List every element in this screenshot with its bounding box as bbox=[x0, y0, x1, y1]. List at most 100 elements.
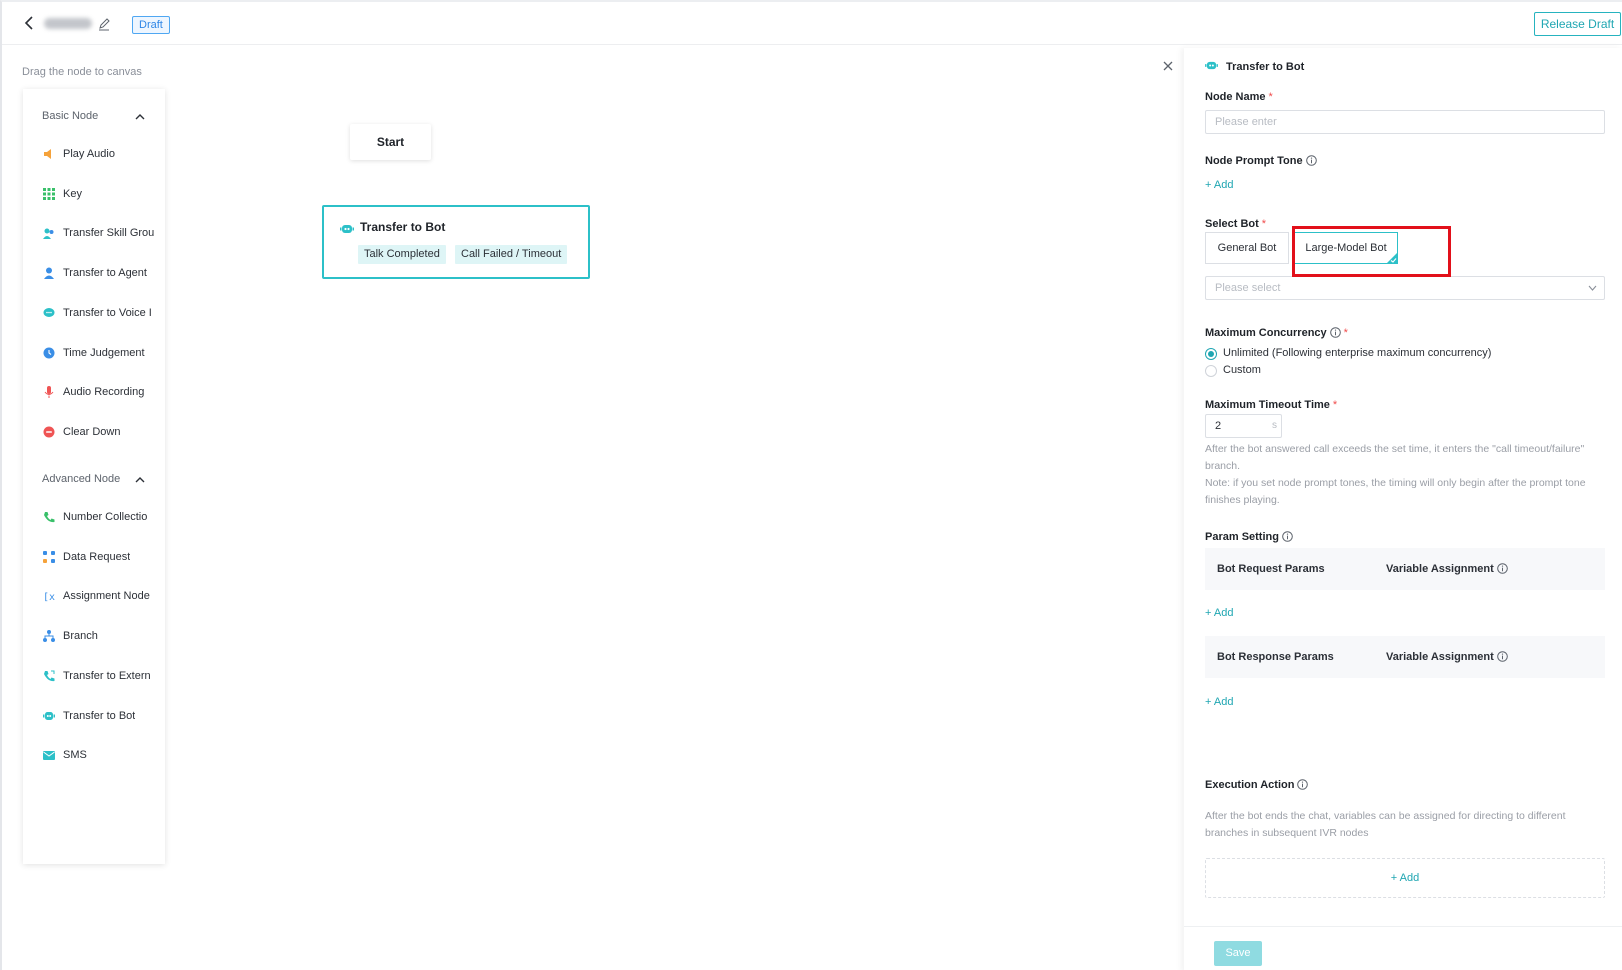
flow-title-redacted bbox=[44, 18, 92, 29]
clock-icon bbox=[43, 347, 55, 358]
plus-icon: + bbox=[1205, 607, 1214, 619]
timeout-note-text: Note: if you set node prompt tones, the … bbox=[1205, 477, 1586, 506]
add-prompt-tone-link[interactable]: + Add bbox=[1205, 179, 1233, 191]
palette-node-label: Transfer to Extern bbox=[63, 669, 151, 682]
execution-action-label: Execution Action bbox=[1205, 779, 1309, 791]
plus-icon: + bbox=[1205, 179, 1214, 191]
palette-node-item[interactable]: Clear Down bbox=[43, 422, 161, 442]
param-setting-label-text: Param Setting bbox=[1205, 531, 1279, 543]
palette-node-item[interactable]: Transfer to Agent bbox=[43, 263, 161, 283]
add-request-param-link[interactable]: + Add bbox=[1205, 607, 1233, 619]
palette-node-item[interactable]: Data Request bbox=[43, 547, 161, 567]
voice-bubble-icon bbox=[43, 307, 55, 317]
drag-hint: Drag the node to canvas bbox=[22, 66, 142, 78]
skill-group-icon bbox=[43, 228, 54, 240]
required-mark: * bbox=[1268, 91, 1273, 103]
chevron-up-icon[interactable] bbox=[135, 113, 145, 121]
response-params-header: Bot Response Params bbox=[1217, 651, 1334, 663]
palette-node-label: Data Request bbox=[63, 550, 131, 563]
info-icon[interactable] bbox=[1329, 327, 1341, 338]
palette-node-item[interactable]: Transfer Skill Grou bbox=[43, 223, 161, 243]
palette-node-label: SMS bbox=[63, 749, 87, 762]
general-bot-option[interactable]: General Bot bbox=[1205, 232, 1289, 264]
palette-node-label: Transfer to Voice I bbox=[63, 306, 152, 319]
request-params-header: Bot Request Params bbox=[1217, 563, 1325, 575]
microphone-icon bbox=[44, 386, 54, 399]
info-icon[interactable] bbox=[1497, 651, 1508, 662]
add-execution-action-button[interactable]: + Add bbox=[1205, 858, 1605, 898]
palette-node-item[interactable]: Branch bbox=[43, 626, 161, 646]
node-name-label: Node Name * bbox=[1205, 91, 1273, 103]
palette-node-item[interactable]: Time Judgement bbox=[43, 343, 161, 363]
variable-assignment-text: Variable Assignment bbox=[1386, 651, 1494, 663]
phone-transfer-icon bbox=[44, 670, 55, 681]
request-params-table-header: Bot Request Params Variable Assignment bbox=[1205, 548, 1605, 590]
close-icon[interactable] bbox=[1162, 60, 1174, 72]
node-name-input[interactable] bbox=[1205, 110, 1605, 134]
panel-title: Transfer to Bot bbox=[1226, 61, 1305, 73]
timeout-help-text: After the bot answered call exceeds the … bbox=[1205, 443, 1585, 472]
palette-node-item[interactable]: Number Collectio bbox=[43, 507, 161, 527]
concurrency-unlimited-radio[interactable] bbox=[1205, 348, 1217, 360]
branch-icon bbox=[43, 630, 55, 643]
max-concurrency-label: Maximum Concurrency * bbox=[1205, 327, 1348, 339]
hangup-icon bbox=[43, 426, 55, 438]
add-response-param-link[interactable]: + Add bbox=[1205, 696, 1233, 708]
chevron-up-icon[interactable] bbox=[135, 476, 145, 484]
bot-select-placeholder: Please select bbox=[1215, 282, 1281, 294]
port-talk-completed[interactable]: Talk Completed bbox=[358, 245, 446, 264]
data-request-icon bbox=[43, 550, 55, 563]
execution-action-label-text: Execution Action bbox=[1205, 779, 1295, 791]
edit-pencil-icon[interactable] bbox=[98, 17, 110, 31]
palette-node-label: Transfer to Agent bbox=[63, 267, 147, 280]
draft-status-badge: Draft bbox=[132, 16, 170, 34]
bot-icon bbox=[340, 225, 354, 233]
timeout-value: 2 bbox=[1215, 420, 1222, 432]
node-prompt-tone-label: Node Prompt Tone bbox=[1205, 155, 1317, 167]
prompt-tone-label-text: Node Prompt Tone bbox=[1205, 155, 1303, 167]
max-concurrency-label-text: Maximum Concurrency bbox=[1205, 327, 1327, 339]
add-label: Add bbox=[1213, 696, 1234, 708]
timeout-input[interactable]: 2 s bbox=[1205, 414, 1282, 438]
palette-node-item[interactable]: Transfer to Bot bbox=[43, 706, 161, 726]
concurrency-custom-radio[interactable] bbox=[1205, 365, 1217, 377]
transfer-to-bot-node[interactable]: Transfer to Bot Talk Completed Call Fail… bbox=[322, 205, 590, 279]
palette-node-item[interactable]: Transfer to Extern bbox=[43, 666, 161, 686]
plus-icon: + bbox=[1205, 696, 1214, 708]
info-icon[interactable] bbox=[1305, 155, 1317, 166]
variable-icon: [x] bbox=[43, 592, 55, 602]
palette-node-item[interactable]: Play Audio bbox=[43, 144, 161, 164]
back-arrow-icon[interactable] bbox=[22, 15, 36, 31]
info-icon[interactable] bbox=[1297, 779, 1309, 790]
info-icon[interactable] bbox=[1282, 531, 1293, 542]
variable-assignment-text: Variable Assignment bbox=[1386, 563, 1494, 575]
bot-select-dropdown[interactable]: Please select bbox=[1205, 276, 1605, 300]
chevron-down-icon bbox=[1588, 285, 1597, 291]
large-model-bot-option[interactable]: Large-Model Bot bbox=[1294, 232, 1398, 264]
node-config-panel: Transfer to Bot Node Name* Node Prompt T… bbox=[1184, 48, 1622, 970]
required-mark: * bbox=[1261, 218, 1267, 230]
flow-editor: Draft Release Draft Drag the node to can… bbox=[0, 0, 1622, 970]
max-timeout-label: Maximum Timeout Time * bbox=[1205, 399, 1337, 411]
palette-node-item[interactable]: Key bbox=[43, 184, 161, 204]
selected-check-icon bbox=[1386, 252, 1398, 264]
timeout-unit: s bbox=[1272, 420, 1277, 431]
variable-assignment-header: Variable Assignment bbox=[1386, 651, 1508, 663]
release-draft-button[interactable]: Release Draft bbox=[1534, 12, 1621, 36]
param-setting-label: Param Setting bbox=[1205, 531, 1293, 543]
save-button[interactable]: Save bbox=[1214, 941, 1262, 966]
bot-icon bbox=[43, 711, 55, 720]
palette-node-item[interactable]: Audio Recording bbox=[43, 382, 161, 402]
info-icon[interactable] bbox=[1497, 563, 1508, 574]
palette-node-label: Branch bbox=[63, 630, 98, 643]
phone-collect-icon bbox=[44, 512, 55, 523]
palette-node-label: Play Audio bbox=[63, 148, 115, 160]
palette-node-label: Time Judgement bbox=[63, 346, 145, 359]
palette-node-item[interactable]: Transfer to Voice I bbox=[43, 303, 161, 323]
large-model-bot-label: Large-Model Bot bbox=[1305, 242, 1387, 254]
palette-node-item[interactable]: [x] Assignment Node bbox=[43, 586, 161, 606]
port-call-failed-timeout[interactable]: Call Failed / Timeout bbox=[455, 245, 568, 264]
palette-node-item[interactable]: SMS bbox=[43, 745, 161, 765]
start-node[interactable]: Start bbox=[350, 124, 431, 160]
palette-node-label: Clear Down bbox=[63, 425, 121, 438]
